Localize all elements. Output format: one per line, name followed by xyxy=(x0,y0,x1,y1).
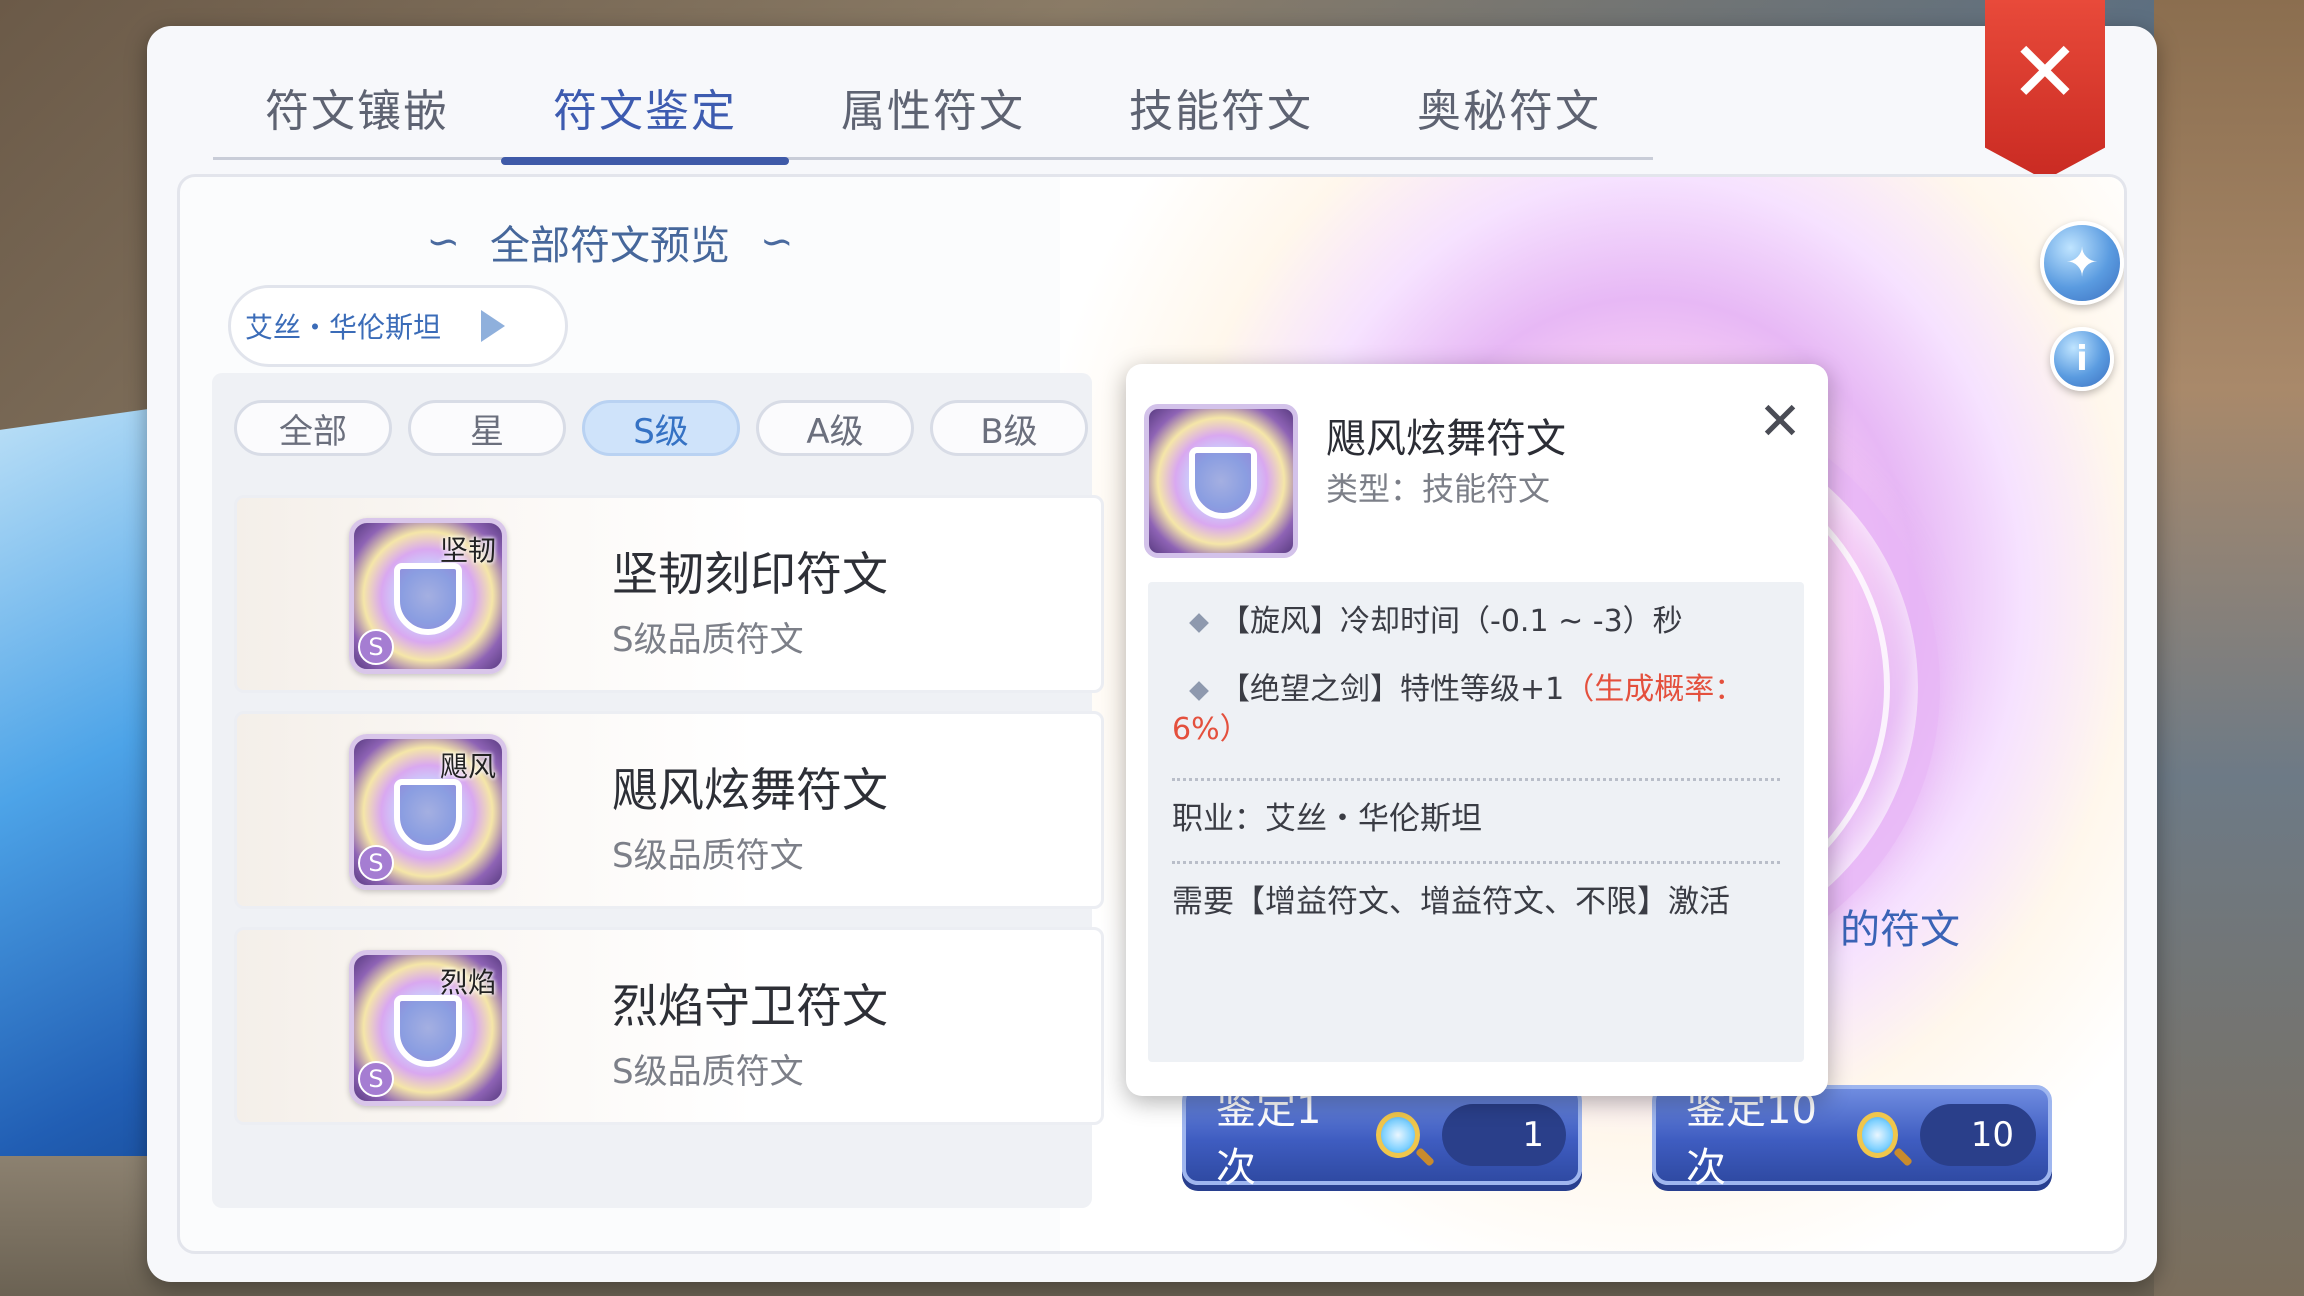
rune-tag: 飓风 xyxy=(439,750,496,783)
shield-sword-icon xyxy=(394,995,462,1067)
magic-wand-icon: ✦ xyxy=(2065,240,2099,286)
character-selector[interactable]: 艾丝・华伦斯坦 xyxy=(228,285,568,367)
identify-once-button[interactable]: 鉴定1次 1 xyxy=(1182,1085,1582,1191)
filter-star[interactable]: 星 xyxy=(408,400,566,456)
character-name: 艾丝・华伦斯坦 xyxy=(245,311,442,344)
grade-badge: S xyxy=(358,629,394,665)
bullet-diamond-icon xyxy=(1189,612,1209,633)
rune-icon[interactable]: 飓风 S xyxy=(349,734,507,890)
popup-title: 飓风炫舞符文 xyxy=(1326,416,1566,462)
filter-a-grade[interactable]: A级 xyxy=(756,400,914,456)
magnifier-icon xyxy=(1856,1112,1899,1158)
rune-quality: S级品质符文 xyxy=(612,1052,804,1092)
job-info: 职业：艾丝・华伦斯坦 xyxy=(1172,801,1482,837)
popup-type: 类型：技能符文 xyxy=(1326,470,1551,508)
filter-all[interactable]: 全部 xyxy=(234,400,392,456)
rune-icon[interactable]: 烈焰 S xyxy=(349,950,507,1106)
info-icon: i xyxy=(2076,339,2088,379)
close-icon: ✕ xyxy=(1758,392,1802,452)
preview-title: 全部符文预览 xyxy=(490,223,730,269)
tab-rune-inlay[interactable]: 符文镶嵌 xyxy=(213,54,501,160)
identify-once-cost: 1 xyxy=(1441,1104,1566,1166)
popup-details: 【旋风】冷却时间（-0.1 ~ -3）秒 【绝望之剑】特性等级+1（生成概率：6… xyxy=(1148,582,1804,1062)
tab-arcane-rune[interactable]: 奥秘符文 xyxy=(1365,54,1653,160)
grade-badge: S xyxy=(358,1061,394,1097)
rune-detail-popup: 飓风炫舞符文 类型：技能符文 ✕ 【旋风】冷却时间（-0.1 ~ -3）秒 【绝… xyxy=(1126,364,1828,1096)
tab-bar: 符文镶嵌 符文鉴定 属性符文 技能符文 奥秘符文 xyxy=(213,54,1653,165)
grade-badge: S xyxy=(358,845,394,881)
obtained-rune-label: 的符文 xyxy=(1840,907,1960,953)
preview-header: ∽ 全部符文预览 ∽ xyxy=(400,207,820,277)
close-icon: ✕ xyxy=(2009,23,2081,121)
divider xyxy=(1172,778,1780,781)
rune-name: 飓风炫舞符文 xyxy=(612,763,888,817)
tab-skill-rune[interactable]: 技能符文 xyxy=(1077,54,1365,160)
rune-icon[interactable]: 坚韧 S xyxy=(349,518,507,674)
requirement-info: 需要【增益符文、增益符文、不限】激活 xyxy=(1172,884,1730,920)
attribute-text: 【旋风】冷却时间（-0.1 ~ -3）秒 xyxy=(1220,604,1683,639)
rune-name: 烈焰守卫符文 xyxy=(612,979,888,1033)
rune-tag: 烈焰 xyxy=(439,966,496,999)
rune-tag: 坚韧 xyxy=(439,534,496,567)
shield-sword-icon xyxy=(394,779,462,851)
background-characters xyxy=(2154,0,2304,1296)
info-button[interactable]: i xyxy=(2050,327,2114,391)
play-arrow-icon[interactable] xyxy=(481,310,506,342)
magic-wand-button[interactable]: ✦ xyxy=(2040,221,2124,305)
swirl-right-icon: ∽ xyxy=(760,219,794,265)
shield-sword-icon xyxy=(1189,447,1257,519)
attribute-text: 【绝望之剑】特性等级+1 xyxy=(1220,672,1565,707)
shield-sword-icon xyxy=(394,563,462,635)
close-window-button[interactable]: ✕ xyxy=(1985,0,2105,180)
filter-b-grade[interactable]: B级 xyxy=(930,400,1088,456)
rune-quality: S级品质符文 xyxy=(612,620,804,660)
rune-card[interactable]: 坚韧 S 坚韧刻印符文 S级品质符文 xyxy=(234,495,1104,693)
rune-card[interactable]: 烈焰 S 烈焰守卫符文 S级品质符文 xyxy=(234,927,1104,1125)
tab-rune-identify[interactable]: 符文鉴定 xyxy=(501,54,789,165)
popup-close-button[interactable]: ✕ xyxy=(1750,392,1810,452)
filter-s-grade[interactable]: S级 xyxy=(582,400,740,456)
identify-ten-button[interactable]: 鉴定10次 10 xyxy=(1652,1085,2052,1191)
grade-filters: 全部 星 S级 A级 B级 xyxy=(234,400,1088,456)
attribute-line: 【旋风】冷却时间（-0.1 ~ -3）秒 xyxy=(1172,602,1780,642)
swirl-left-icon: ∽ xyxy=(426,219,460,265)
rune-card[interactable]: 飓风 S 飓风炫舞符文 S级品质符文 xyxy=(234,711,1104,909)
identify-ten-cost: 10 xyxy=(1920,1104,2036,1166)
rune-name: 坚韧刻印符文 xyxy=(612,547,888,601)
divider xyxy=(1172,861,1780,864)
magnifier-icon xyxy=(1375,1112,1420,1158)
attribute-line: 【绝望之剑】特性等级+1（生成概率：6%） xyxy=(1172,670,1780,750)
rune-icon xyxy=(1144,404,1298,558)
rune-list: 坚韧 S 坚韧刻印符文 S级品质符文 飓风 S 飓风炫舞符文 S级品质符文 烈焰 xyxy=(234,495,1104,1143)
rune-quality: S级品质符文 xyxy=(612,836,804,876)
tab-attribute-rune[interactable]: 属性符文 xyxy=(789,54,1077,160)
bullet-diamond-icon xyxy=(1189,680,1209,701)
